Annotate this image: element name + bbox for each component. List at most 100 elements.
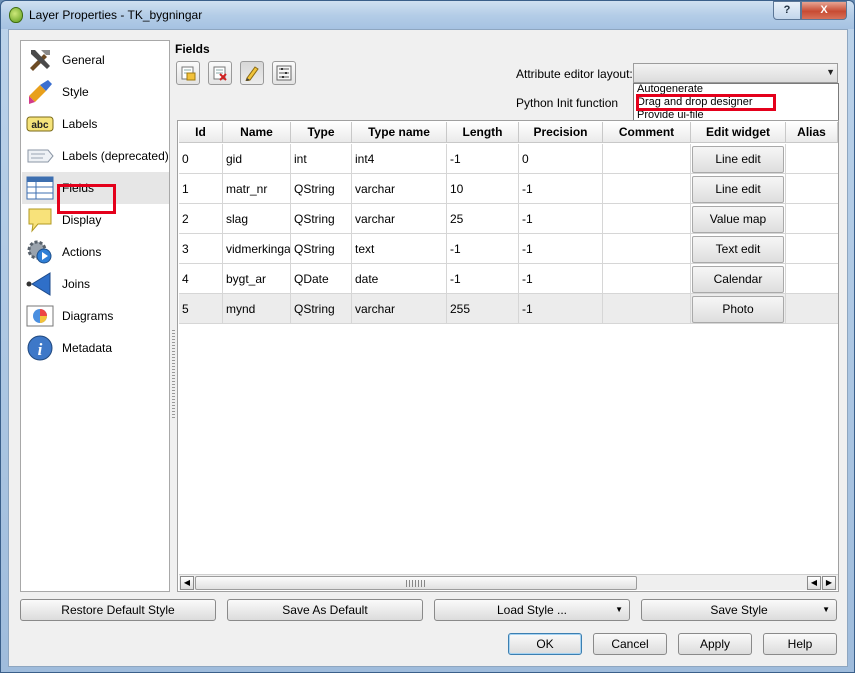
horizontal-scrollbar[interactable]: ◀ ◀ ▶ [179,574,838,590]
cell-length[interactable]: 255 [447,294,519,324]
scrollbar-thumb[interactable] [195,576,637,590]
cell-type-name[interactable]: varchar [352,204,447,234]
edit-widget-button[interactable]: Text edit [692,236,784,263]
title-bar[interactable]: Layer Properties - TK_bygningar ? X [1,1,854,29]
column-header-comment[interactable]: Comment [603,122,691,143]
column-header-edit-widget[interactable]: Edit widget [691,122,786,143]
delete-field-button[interactable] [208,61,232,85]
table-row[interactable]: 2 slag QString varchar 25 -1 Value map [179,204,838,234]
cell-length[interactable]: -1 [447,264,519,294]
cell-precision[interactable]: -1 [519,234,603,264]
column-header-name[interactable]: Name [223,122,291,143]
sidebar-item-labels-deprecated[interactable]: Labels (deprecated) [22,140,169,172]
cell-type[interactable]: QString [291,294,352,324]
column-header-type[interactable]: Type [291,122,352,143]
cell-alias[interactable] [786,204,838,234]
cell-id[interactable]: 3 [179,234,223,264]
apply-button[interactable]: Apply [678,633,752,655]
cell-alias[interactable] [786,264,838,294]
cell-alias[interactable] [786,294,838,324]
cell-type[interactable]: QString [291,204,352,234]
sidebar-item-general[interactable]: General [22,44,169,76]
cell-type-name[interactable]: int4 [352,144,447,174]
cell-alias[interactable] [786,174,838,204]
cell-alias[interactable] [786,234,838,264]
table-row[interactable]: 4 bygt_ar QDate date -1 -1 Calendar [179,264,838,294]
sidebar-item-metadata[interactable]: i Metadata [22,332,169,364]
cell-type-name[interactable]: date [352,264,447,294]
scroll-left-icon[interactable]: ◀ [807,576,821,590]
column-header-length[interactable]: Length [447,122,519,143]
cell-comment[interactable] [603,294,691,324]
load-style-button[interactable]: Load Style ... ▼ [434,599,630,621]
cell-type-name[interactable]: text [352,234,447,264]
sidebar-item-joins[interactable]: Joins [22,268,169,300]
new-field-button[interactable] [176,61,200,85]
save-style-button[interactable]: Save Style ▼ [641,599,837,621]
cell-id[interactable]: 4 [179,264,223,294]
cell-name[interactable]: gid [223,144,291,174]
cell-name[interactable]: bygt_ar [223,264,291,294]
edit-widget-button[interactable]: Line edit [692,176,784,203]
sidebar-item-actions[interactable]: Actions [22,236,169,268]
cell-alias[interactable] [786,144,838,174]
cell-length[interactable]: 25 [447,204,519,234]
cell-name[interactable]: mynd [223,294,291,324]
table-row[interactable]: 5 mynd QString varchar 255 -1 Photo [179,294,838,324]
sidebar-item-labels[interactable]: abc Labels [22,108,169,140]
sidebar-item-diagrams[interactable]: Diagrams [22,300,169,332]
splitter-handle[interactable] [172,330,175,420]
column-header-id[interactable]: Id [179,122,223,143]
help-button[interactable]: Help [763,633,837,655]
column-header-precision[interactable]: Precision [519,122,603,143]
table-row[interactable]: 1 matr_nr QString varchar 10 -1 Line edit [179,174,838,204]
table-row[interactable]: 0 gid int int4 -1 0 Line edit [179,144,838,174]
cell-precision[interactable]: -1 [519,294,603,324]
cell-type-name[interactable]: varchar [352,174,447,204]
cell-length[interactable]: -1 [447,144,519,174]
save-as-default-button[interactable]: Save As Default [227,599,423,621]
edit-widget-button[interactable]: Line edit [692,146,784,173]
scroll-right-icon[interactable]: ▶ [822,576,836,590]
help-window-button[interactable]: ? [773,1,801,20]
scroll-left-icon[interactable]: ◀ [180,576,194,590]
ok-button[interactable]: OK [508,633,582,655]
edit-widget-button[interactable]: Calendar [692,266,784,293]
cell-comment[interactable] [603,144,691,174]
cell-comment[interactable] [603,234,691,264]
cell-id[interactable]: 1 [179,174,223,204]
cell-comment[interactable] [603,264,691,294]
new-field-icon [181,66,196,81]
sidebar-item-style[interactable]: Style [22,76,169,108]
column-header-type-name[interactable]: Type name [352,122,447,143]
cell-type-name[interactable]: varchar [352,294,447,324]
cell-precision[interactable]: 0 [519,144,603,174]
cell-precision[interactable]: -1 [519,204,603,234]
cell-comment[interactable] [603,174,691,204]
column-header-alias[interactable]: Alias [786,122,838,143]
cell-id[interactable]: 0 [179,144,223,174]
cell-comment[interactable] [603,204,691,234]
table-row[interactable]: 3 vidmerkingar QString text -1 -1 Text edit [179,234,838,264]
cell-name[interactable]: matr_nr [223,174,291,204]
close-window-button[interactable]: X [801,1,847,20]
cell-type[interactable]: int [291,144,352,174]
edit-widget-button[interactable]: Value map [692,206,784,233]
cell-name[interactable]: slag [223,204,291,234]
cell-length[interactable]: -1 [447,234,519,264]
cell-type[interactable]: QString [291,174,352,204]
cell-precision[interactable]: -1 [519,264,603,294]
cell-precision[interactable]: -1 [519,174,603,204]
cell-id[interactable]: 5 [179,294,223,324]
cell-type[interactable]: QDate [291,264,352,294]
restore-default-style-button[interactable]: Restore Default Style [20,599,216,621]
cell-length[interactable]: 10 [447,174,519,204]
cell-name[interactable]: vidmerkingar [223,234,291,264]
attribute-editor-layout-select[interactable]: ▼ [633,63,838,83]
cancel-button[interactable]: Cancel [593,633,667,655]
cell-type[interactable]: QString [291,234,352,264]
toggle-editing-button[interactable] [240,61,264,85]
field-calculator-button[interactable] [272,61,296,85]
cell-id[interactable]: 2 [179,204,223,234]
edit-widget-button[interactable]: Photo [692,296,784,323]
